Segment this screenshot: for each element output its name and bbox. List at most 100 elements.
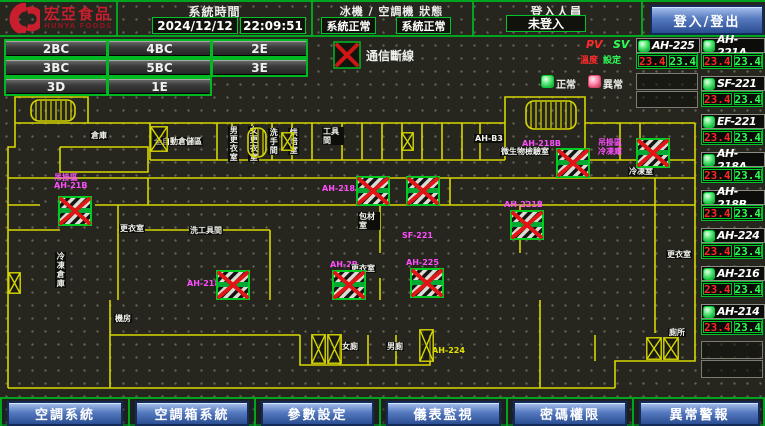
unit-pv-value: 23.4 — [703, 169, 732, 181]
unit-ah-218a[interactable]: AH-218A — [701, 152, 765, 167]
logo-mark-icon — [6, 3, 40, 33]
bottom-separator — [0, 397, 2, 426]
unit-name-label: AH-225 — [652, 39, 694, 52]
plan-label: 工具間 — [322, 127, 344, 145]
abnormal-led-icon — [588, 75, 601, 88]
stairs-icon — [525, 100, 577, 130]
pv-header: PV — [586, 38, 603, 51]
empty-slot — [636, 73, 698, 90]
plan-label: 洗手間 — [268, 128, 279, 155]
unit-sv-value: 23.4 — [734, 169, 763, 181]
bottom-button-4[interactable]: 儀表監視 — [386, 401, 501, 426]
plan-label: AH-224 — [432, 346, 465, 355]
floor-button-4bc[interactable]: 4BC — [107, 39, 212, 58]
unit-pv-value: 23.4 — [703, 245, 732, 257]
plan-label: 冷凍倉庫 — [55, 252, 66, 288]
unit-ah-218b[interactable]: AH-218B — [701, 190, 765, 205]
floor-button-3bc[interactable]: 3BC — [4, 58, 108, 77]
unit-values: 23.423.4 — [701, 281, 763, 297]
stairs-icon — [30, 99, 76, 122]
unit-ah-225[interactable]: AH-225 — [636, 38, 700, 53]
normal-led-icon — [541, 75, 554, 88]
ahu-device-offline-icon[interactable] — [216, 270, 250, 300]
ahu-device-offline-icon[interactable] — [406, 176, 440, 206]
unit-sv-value: 23.4 — [734, 93, 763, 105]
door-x-icon — [281, 132, 294, 151]
unit-values: 23.423.4 — [701, 129, 763, 145]
ahu-device-offline-icon[interactable] — [356, 176, 390, 206]
unit-name-label: AH-224 — [717, 229, 759, 242]
unit-values: 23.423.4 — [701, 243, 763, 259]
unit-led-icon — [703, 154, 715, 166]
bottom-separator — [379, 397, 381, 426]
plan-label: AH-21B — [54, 181, 87, 190]
ahu-device-offline-icon[interactable] — [510, 210, 544, 240]
logo-title: 宏亞食品 — [44, 7, 112, 22]
unit-led-icon — [703, 306, 715, 318]
floor-button-2bc[interactable]: 2BC — [4, 39, 108, 58]
bottom-button-6[interactable]: 異常警報 — [639, 401, 760, 426]
unit-led-icon — [703, 40, 715, 52]
unit-sv-value: 23.4 — [734, 55, 763, 67]
bottom-button-3[interactable]: 參數設定 — [261, 401, 374, 426]
unit-ah-216[interactable]: AH-216 — [701, 266, 765, 281]
system-clock-value: 22:09:51 — [240, 17, 306, 34]
comm-fail-label: 通信斷線 — [366, 47, 414, 64]
unit-values: 23.423.4 — [636, 53, 698, 69]
plan-label: SF-221 — [402, 231, 433, 240]
unit-pv-value: 23.4 — [638, 55, 667, 67]
ahu-device-offline-icon[interactable] — [556, 148, 590, 178]
logo: 宏亞食品 HUNYA FOODS — [6, 2, 116, 34]
login-logout-button[interactable]: 登入/登出 — [650, 5, 764, 35]
unit-ef-221[interactable]: EF-221 — [701, 114, 765, 129]
sep-login — [641, 0, 643, 36]
normal-label: 正常 — [556, 76, 576, 91]
bottom-button-1[interactable]: 空調系統 — [7, 401, 123, 426]
ahu-device-offline-icon[interactable] — [332, 270, 366, 300]
hmi-screen: 宏亞食品 HUNYA FOODS 系統時間 2024/12/12 22:09:5… — [0, 0, 765, 426]
empty-slot — [701, 341, 763, 359]
door-x-icon — [401, 132, 414, 151]
empty-slot — [636, 91, 698, 108]
ahu-device-offline-icon[interactable] — [636, 138, 670, 168]
unit-pv-value: 23.4 — [703, 283, 732, 295]
unit-pv-value: 23.4 — [703, 55, 732, 67]
abnormal-label: 異常 — [603, 76, 623, 91]
bottom-button-5[interactable]: 密碼權限 — [513, 401, 627, 426]
door-x-icon — [327, 334, 342, 364]
plan-label: 機房 — [114, 314, 132, 323]
bottom-separator — [506, 397, 508, 426]
unit-led-icon — [703, 268, 715, 280]
ahu-device-offline-icon[interactable] — [58, 196, 92, 226]
ahu-device-offline-icon[interactable] — [410, 268, 444, 298]
unit-led-icon — [703, 230, 715, 242]
plan-label: 洗工具間 — [189, 226, 223, 235]
plan-label: 男更衣室 — [228, 126, 239, 162]
unit-values: 23.423.4 — [701, 319, 763, 335]
plan-label: 更衣室 — [666, 250, 692, 259]
bottom-button-2[interactable]: 空調箱系統 — [135, 401, 249, 426]
unit-led-icon — [638, 40, 650, 52]
floor-button-3e[interactable]: 3E — [211, 58, 308, 77]
bottom-separator — [632, 397, 634, 426]
unit-values: 23.423.4 — [701, 53, 763, 69]
unit-ah-221a[interactable]: AH-221A — [701, 38, 765, 53]
unit-name-label: AH-214 — [717, 305, 759, 318]
unit-name-label: SF-221 — [717, 77, 756, 90]
unit-sv-value: 23.4 — [669, 55, 698, 67]
plan-label: AH-225 — [406, 258, 439, 267]
plan-label: 微生物檢驗室 — [500, 147, 550, 156]
unit-sf-221[interactable]: SF-221 — [701, 76, 765, 91]
plan-label: AH-218 — [187, 279, 220, 288]
unit-led-icon — [703, 116, 715, 128]
plan-label: AH-221B — [504, 200, 543, 209]
floor-button-2e[interactable]: 2E — [211, 39, 308, 58]
unit-sv-value: 23.4 — [734, 321, 763, 333]
logo-subtitle: HUNYA FOODS — [44, 22, 112, 30]
plan-label: AH-218B — [522, 139, 561, 148]
plan-label: 更衣室 — [119, 224, 145, 233]
door-x-icon — [150, 126, 168, 152]
floor-button-5bc[interactable]: 5BC — [107, 58, 212, 77]
unit-ah-214[interactable]: AH-214 — [701, 304, 765, 319]
unit-ah-224[interactable]: AH-224 — [701, 228, 765, 243]
